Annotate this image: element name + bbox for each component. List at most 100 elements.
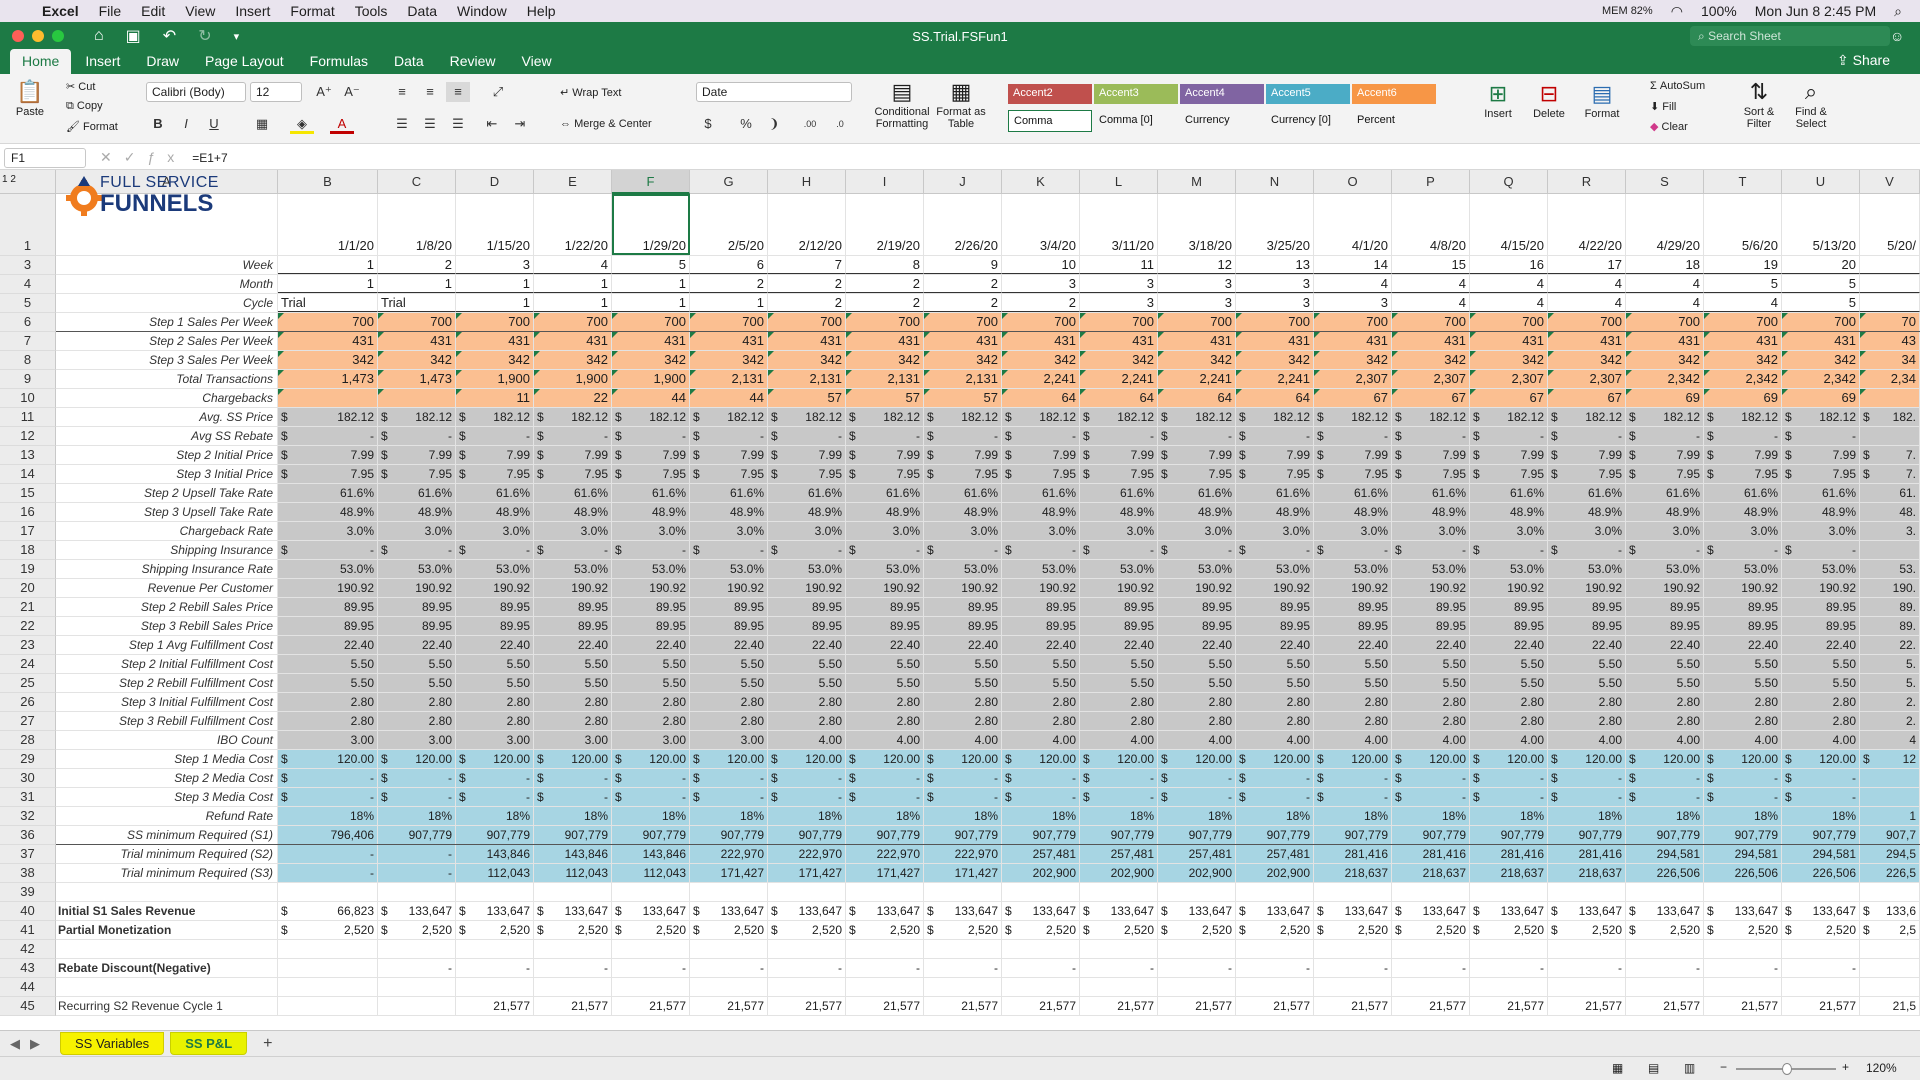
data-cell[interactable]: 89.95 bbox=[1080, 617, 1158, 635]
row-label[interactable]: Total Transactions bbox=[56, 370, 278, 388]
data-cell[interactable] bbox=[1080, 883, 1158, 901]
data-cell[interactable]: 431 bbox=[1626, 332, 1704, 350]
fill-color-icon[interactable]: ◈ bbox=[290, 114, 314, 134]
data-cell[interactable]: 294,581 bbox=[1626, 845, 1704, 863]
data-cell[interactable]: 12 bbox=[1158, 256, 1236, 274]
row-header-30[interactable]: 30 bbox=[0, 769, 56, 788]
data-cell[interactable]: 2 bbox=[378, 256, 456, 274]
data-cell[interactable]: 5.50 bbox=[924, 655, 1002, 673]
row-header-32[interactable]: 32 bbox=[0, 807, 56, 826]
data-cell[interactable]: 3.00 bbox=[278, 731, 378, 749]
data-cell[interactable]: 190. bbox=[1860, 579, 1920, 597]
zoom-window-button[interactable] bbox=[52, 30, 64, 42]
data-cell[interactable] bbox=[690, 883, 768, 901]
data-cell[interactable] bbox=[278, 883, 378, 901]
data-cell[interactable]: 89.95 bbox=[1704, 598, 1782, 616]
data-cell[interactable]: 18% bbox=[1626, 807, 1704, 825]
row-header-19[interactable]: 19 bbox=[0, 560, 56, 579]
data-cell[interactable]: 5.50 bbox=[1314, 674, 1392, 692]
page-break-view-icon[interactable]: ▥ bbox=[1684, 1061, 1695, 1075]
data-cell[interactable]: 3 bbox=[1236, 275, 1314, 293]
data-cell[interactable]: 3.0% bbox=[456, 522, 534, 540]
data-cell[interactable]: 15 bbox=[1392, 256, 1470, 274]
data-cell[interactable]: $2,520 bbox=[1470, 921, 1548, 939]
date-cell[interactable]: 1/29/20 bbox=[612, 194, 690, 255]
data-cell[interactable]: 21,577 bbox=[1002, 997, 1080, 1015]
row-label[interactable]: SS minimum Required (S1) bbox=[56, 826, 278, 844]
data-cell[interactable]: 89.95 bbox=[534, 617, 612, 635]
data-cell[interactable]: $ - bbox=[456, 788, 534, 806]
data-cell[interactable]: 44 bbox=[690, 389, 768, 407]
data-cell[interactable]: $ - bbox=[1392, 788, 1470, 806]
column-header-f[interactable]: F bbox=[612, 170, 690, 194]
data-cell[interactable] bbox=[1860, 788, 1920, 806]
data-cell[interactable]: $7.99 bbox=[1548, 446, 1626, 464]
data-cell[interactable]: 2 bbox=[846, 275, 924, 293]
menu-file[interactable]: File bbox=[99, 3, 122, 19]
data-cell[interactable] bbox=[1860, 978, 1920, 996]
data-cell[interactable]: 89.95 bbox=[1704, 617, 1782, 635]
data-cell[interactable]: 53.0% bbox=[378, 560, 456, 578]
zoom-slider-thumb[interactable] bbox=[1782, 1063, 1792, 1075]
data-cell[interactable]: $ - bbox=[1158, 541, 1236, 559]
normal-view-icon[interactable]: ▦ bbox=[1612, 1061, 1623, 1075]
data-cell[interactable]: $ - bbox=[1782, 427, 1860, 445]
row-header-26[interactable]: 26 bbox=[0, 693, 56, 712]
data-cell[interactable]: $ - bbox=[1782, 541, 1860, 559]
date-cell[interactable]: 3/4/20 bbox=[1002, 194, 1080, 255]
data-cell[interactable]: 22.40 bbox=[768, 636, 846, 654]
data-cell[interactable]: 89.95 bbox=[1470, 598, 1548, 616]
data-cell[interactable]: 61.6% bbox=[1002, 484, 1080, 502]
data-cell[interactable]: 294,581 bbox=[1704, 845, 1782, 863]
data-cell[interactable]: 22.40 bbox=[1470, 636, 1548, 654]
data-cell[interactable]: 89.95 bbox=[768, 617, 846, 635]
data-cell[interactable]: - bbox=[1236, 959, 1314, 977]
data-cell[interactable]: 342 bbox=[768, 351, 846, 369]
row-header-40[interactable]: 40 bbox=[0, 902, 56, 921]
row-header-16[interactable]: 16 bbox=[0, 503, 56, 522]
data-cell[interactable]: 22. bbox=[1860, 636, 1920, 654]
row-label[interactable]: Step 3 Rebill Sales Price bbox=[56, 617, 278, 635]
data-cell[interactable]: 4 bbox=[534, 256, 612, 274]
clear-button[interactable]: ◆ Clear bbox=[1650, 120, 1688, 133]
data-cell[interactable]: 218,637 bbox=[1470, 864, 1548, 882]
data-cell[interactable]: 2.80 bbox=[1470, 693, 1548, 711]
find-select-button[interactable]: ⌕ Find & Select bbox=[1786, 78, 1836, 130]
row-label[interactable]: Shipping Insurance bbox=[56, 541, 278, 559]
data-cell[interactable]: $ - bbox=[1392, 427, 1470, 445]
data-cell[interactable] bbox=[1002, 978, 1080, 996]
data-cell[interactable]: 2 bbox=[768, 275, 846, 293]
data-cell[interactable]: 171,427 bbox=[924, 864, 1002, 882]
bold-button[interactable]: B bbox=[146, 114, 170, 134]
data-cell[interactable]: 2,131 bbox=[924, 370, 1002, 388]
battery-label[interactable]: 100% bbox=[1701, 3, 1737, 19]
data-cell[interactable]: 2,307 bbox=[1470, 370, 1548, 388]
data-cell[interactable]: 112,043 bbox=[612, 864, 690, 882]
data-cell[interactable]: 2,307 bbox=[1314, 370, 1392, 388]
data-cell[interactable]: $ - bbox=[1548, 541, 1626, 559]
formula-input[interactable]: =E1+7 bbox=[192, 151, 227, 165]
data-cell[interactable]: $ - bbox=[1002, 788, 1080, 806]
menu-window[interactable]: Window bbox=[457, 3, 507, 19]
data-cell[interactable]: 18% bbox=[1548, 807, 1626, 825]
row-label[interactable]: Step 3 Rebill Fulfillment Cost bbox=[56, 712, 278, 730]
data-cell[interactable]: 18% bbox=[1470, 807, 1548, 825]
data-cell[interactable]: $ - bbox=[1626, 769, 1704, 787]
data-cell[interactable]: $ - bbox=[846, 541, 924, 559]
data-cell[interactable]: 5.50 bbox=[1236, 655, 1314, 673]
data-cell[interactable]: $133,647 bbox=[612, 902, 690, 920]
paste-button[interactable]: 📋 Paste bbox=[10, 78, 50, 118]
data-cell[interactable]: 5.50 bbox=[534, 655, 612, 673]
data-cell[interactable]: 1 bbox=[690, 294, 768, 312]
data-cell[interactable]: 796,406 bbox=[278, 826, 378, 844]
data-cell[interactable]: 4.00 bbox=[1782, 731, 1860, 749]
data-cell[interactable]: 431 bbox=[924, 332, 1002, 350]
data-cell[interactable]: $ - bbox=[846, 427, 924, 445]
data-cell[interactable]: 222,970 bbox=[768, 845, 846, 863]
data-cell[interactable]: 7 bbox=[768, 256, 846, 274]
data-cell[interactable]: 112,043 bbox=[456, 864, 534, 882]
data-cell[interactable]: 3 bbox=[1002, 275, 1080, 293]
row-header-24[interactable]: 24 bbox=[0, 655, 56, 674]
data-cell[interactable]: 1 bbox=[534, 275, 612, 293]
data-cell[interactable]: 190.92 bbox=[534, 579, 612, 597]
